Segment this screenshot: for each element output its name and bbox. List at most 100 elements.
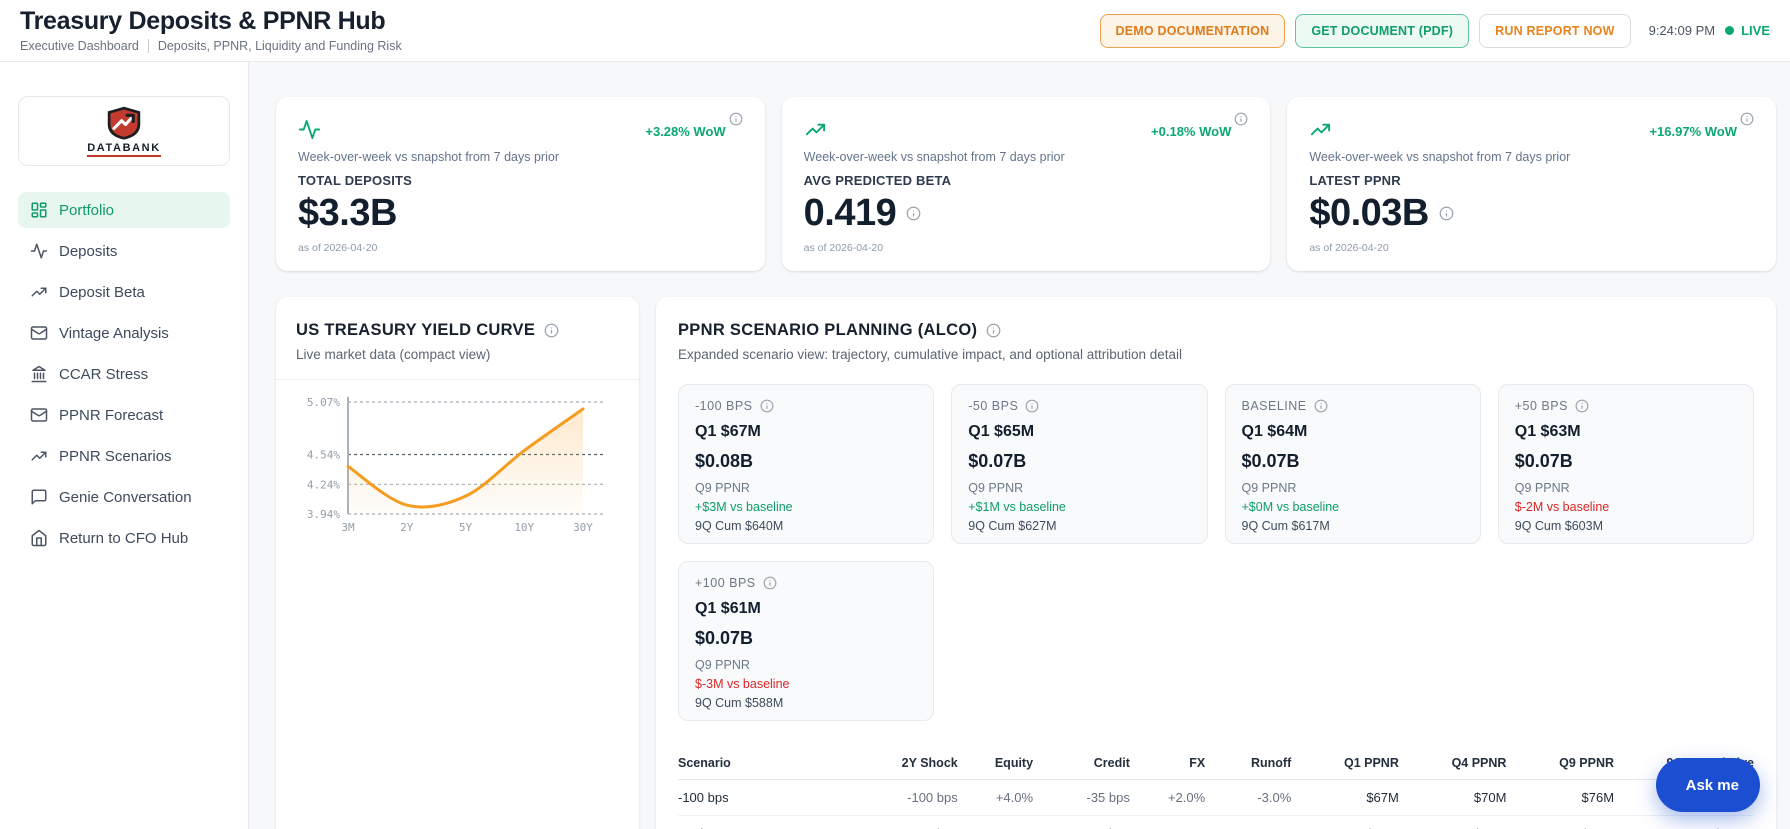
sidebar-item[interactable]: Deposit Beta (18, 274, 230, 310)
sidebar-item[interactable]: Genie Conversation (18, 479, 230, 515)
scenario-table-header: Q9 PPNR (1506, 747, 1615, 780)
databank-logo-text: DATABANK (87, 142, 161, 157)
sidebar-item-label: Return to CFO Hub (59, 529, 189, 547)
scenario-table-header: 2Y Shock (807, 747, 958, 780)
scenario-table-cell: -100 bps (807, 779, 958, 816)
info-icon[interactable] (544, 323, 559, 338)
info-icon[interactable] (729, 112, 743, 126)
info-icon[interactable] (760, 399, 774, 413)
scenario-billions-value: $0.07B (968, 451, 1027, 471)
kpi-label: AVG PREDICTED BETA (803, 173, 952, 188)
scenario-tile[interactable]: -50 BPS Q1 $65M $0.07B Q9 PPNR +$1M vs b… (951, 384, 1208, 544)
scenario-table-cell: -100 bps (678, 779, 808, 816)
sidebar-item-label: PPNR Forecast (59, 406, 164, 424)
sidebar-item-label: Portfolio (59, 201, 115, 219)
chat-icon (30, 488, 48, 506)
scenario-title-row: PPNR SCENARIO PLANNING (ALCO) (678, 321, 1754, 340)
scenario-tile-label: -100 BPS (695, 399, 753, 413)
info-icon[interactable] (1740, 112, 1754, 126)
scenario-q1-value: Q1 $61M (695, 600, 761, 617)
activity-icon (30, 242, 48, 260)
demo-documentation-button[interactable]: DEMO DOCUMENTATION (1099, 13, 1286, 48)
sidebar-item[interactable]: PPNR Forecast (18, 397, 230, 433)
scenario-table-row: -50 bps-50 bps+2.0%-15 bps+1.0%-1.0%$65M… (678, 815, 1754, 829)
svg-text:5Y: 5Y (459, 521, 473, 534)
ask-me-label: Ask me (1685, 776, 1739, 794)
kpi-value: $3.3B (298, 192, 397, 234)
scenario-tile[interactable]: +100 BPS Q1 $61M $0.07B Q9 PPNR $-3M vs … (678, 561, 935, 721)
svg-text:30Y: 30Y (573, 521, 593, 534)
scenario-q1-value: Q1 $64M (1241, 423, 1308, 440)
svg-text:5.07%: 5.07% (307, 396, 340, 409)
kpi-note: Week-over-week vs snapshot from 7 days p… (803, 150, 1065, 164)
kpi-note: Week-over-week vs snapshot from 7 days p… (298, 150, 559, 164)
kpi-asof: as of 2026-04-20 (298, 242, 378, 254)
info-icon[interactable] (763, 576, 777, 590)
sidebar-item[interactable]: PPNR Scenarios (18, 438, 230, 474)
kpi-label: TOTAL DEPOSITS (298, 173, 413, 188)
info-icon[interactable] (1314, 399, 1328, 413)
kpi-value: 0.419 (804, 192, 1249, 235)
mail-icon (30, 406, 48, 424)
scenario-tile-label: -50 BPS (968, 399, 1019, 413)
svg-text:3.94%: 3.94% (307, 508, 340, 521)
scenario-table-cell: -50 bps (807, 815, 958, 829)
wow-badge: +0.18% WoW (1151, 112, 1248, 139)
scenario-table-header: Runoff (1205, 747, 1292, 780)
info-icon[interactable] (986, 323, 1001, 338)
svg-text:10Y: 10Y (514, 521, 534, 534)
databank-logo (107, 106, 141, 140)
scenario-table-cell: -15 bps (1033, 815, 1130, 829)
scenario-table-cell: $69M (1398, 815, 1507, 829)
scenario-table-cell: $70M (1398, 779, 1507, 816)
scenario-delta-vs-baseline: +$3M vs baseline (695, 500, 793, 514)
scenario-table-cell: $65M (1291, 815, 1399, 829)
sidebar-item[interactable]: Deposits (18, 233, 230, 269)
scenario-table-cell: -50 bps (678, 815, 808, 829)
main-content: +3.28% WoW Week-over-week vs snapshot fr… (249, 62, 1790, 829)
scenario-table-header: Credit (1033, 747, 1130, 780)
sidebar-item[interactable]: CCAR Stress (18, 356, 230, 392)
scenario-table-cell: +2.0% (1129, 779, 1206, 816)
scenario-9q-cumulative: 9Q Cum $588M (695, 696, 784, 710)
scenario-title: PPNR SCENARIO PLANNING (ALCO) (678, 321, 978, 339)
scenario-tile[interactable]: -100 BPS Q1 $67M $0.08B Q9 PPNR +$3M vs … (678, 384, 935, 544)
sidebar-item-label: Deposit Beta (59, 283, 145, 301)
live-status: LIVE (1725, 23, 1770, 38)
get-document-pdf-button[interactable]: GET DOCUMENT (PDF) (1295, 13, 1470, 48)
scenario-tile[interactable]: +50 BPS Q1 $63M $0.07B Q9 PPNR $-2M vs b… (1497, 384, 1754, 544)
wow-value: +3.28% WoW (645, 124, 726, 139)
info-icon[interactable] (1575, 399, 1589, 413)
info-icon[interactable] (1439, 206, 1454, 221)
wow-value: +0.18% WoW (1151, 124, 1232, 139)
scenario-table-header-row: Scenario 2Y Shock Equity Credit FX Runoff Q1 P… (678, 747, 1754, 780)
run-report-now-button[interactable]: RUN REPORT NOW (1479, 13, 1631, 48)
scenario-billions-value: $0.08B (695, 451, 754, 471)
scenario-table-cell: $74M (1506, 815, 1615, 829)
yield-curve-title: US TREASURY YIELD CURVE (296, 321, 536, 339)
sidebar: DATABANK Portfolio Deposits Deposit Beta (0, 62, 249, 829)
info-icon[interactable] (906, 206, 921, 221)
scenario-table-header: Q1 PPNR (1291, 747, 1399, 780)
scenario-billions-value: $0.07B (1514, 451, 1573, 471)
info-icon[interactable] (1025, 399, 1039, 413)
sidebar-item-label: CCAR Stress (59, 365, 149, 383)
sidebar-item[interactable]: Return to CFO Hub (18, 520, 230, 556)
kpi-card: +16.97% WoW Week-over-week vs snapshot f… (1287, 97, 1777, 271)
scenario-delta-vs-baseline: $-3M vs baseline (695, 677, 790, 691)
grid-icon (30, 201, 48, 219)
kpi-label: LATEST PPNR (1309, 173, 1401, 188)
sidebar-item-label: Deposits (59, 242, 118, 260)
wow-value: +16.97% WoW (1649, 124, 1738, 139)
scenario-table-cell: -3.0% (1205, 779, 1292, 816)
sidebar-item[interactable]: Portfolio (18, 192, 230, 228)
sidebar-item[interactable]: Vintage Analysis (18, 315, 230, 351)
scenario-table-header: Scenario (678, 747, 808, 780)
svg-text:2Y: 2Y (400, 521, 414, 534)
scenario-tile[interactable]: BASELINE Q1 $64M $0.07B Q9 PPNR +$0M vs … (1224, 384, 1481, 544)
scenario-q1-value: Q1 $63M (1514, 423, 1581, 440)
ask-me-button[interactable]: Ask me (1655, 758, 1760, 812)
scenario-table-cell: $67M (1291, 779, 1399, 816)
info-icon[interactable] (1234, 112, 1248, 126)
scenario-table-cell: -1.0% (1205, 815, 1292, 829)
